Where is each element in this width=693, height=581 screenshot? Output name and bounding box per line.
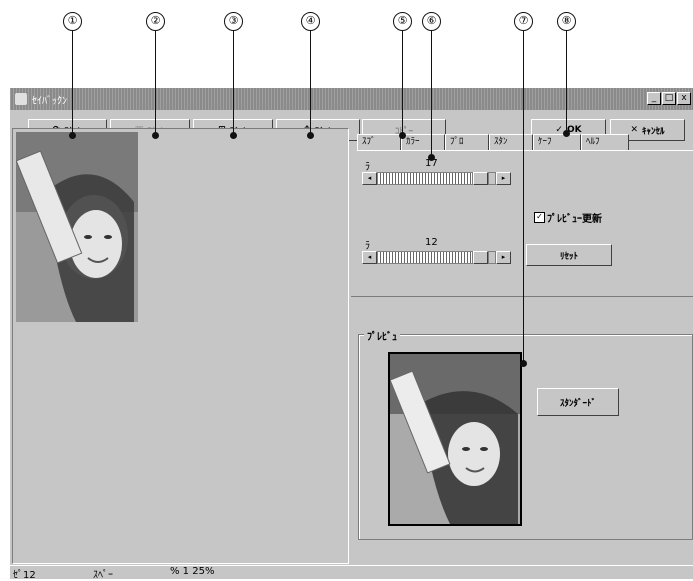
slider2-thumb[interactable] [473,251,488,264]
tab-standard[interactable]: ｽﾀﾝ [489,134,533,151]
slider-1[interactable]: ◂ ▸ [362,172,511,185]
slider-2[interactable]: ◂ ▸ [362,251,511,264]
callout-7: ⑦ [514,12,533,31]
standard-button[interactable]: ｽﾀﾝﾀﾞｰﾄﾞ [537,388,619,416]
callout-3: ③ [224,12,243,31]
app-icon [15,93,27,105]
tab-help[interactable]: ﾍﾙﾌ [581,134,629,151]
image-pane[interactable] [12,128,349,564]
status-field-2: ｽﾍﾟｰ [93,570,113,581]
slider2-label: ﾗ [365,241,370,252]
leader-6 [431,31,432,157]
slider1-left-arrow[interactable]: ◂ [362,172,377,185]
tab-color[interactable]: ｶﾗｰ [401,134,445,151]
leader-dot-7 [520,360,527,367]
status-field-3: % 1 25% [170,566,215,577]
tab-case[interactable]: ｹｰﾌ [533,134,581,151]
slider1-thumb[interactable] [473,172,488,185]
callout-4: ④ [301,12,320,31]
slider2-track[interactable] [377,251,473,264]
leader-dot-5 [399,132,406,139]
leader-dot-4 [307,132,314,139]
tab-basic[interactable]: ｽﾌﾞ [357,134,401,151]
callout-1: ① [63,12,82,31]
preview-image[interactable] [388,352,522,526]
callout-5: ⑤ [393,12,412,31]
tab-pro[interactable]: ﾌﾟﾛ [445,134,489,151]
slider2-left-arrow[interactable]: ◂ [362,251,377,264]
slider1-right-arrow[interactable]: ▸ [496,172,511,185]
leader-7 [523,31,524,363]
slider2-value: 12 [425,237,438,248]
callout-8: ⑧ [557,12,576,31]
preview-group-title: ﾌﾟﾚﾋﾞｭ [364,328,400,343]
leader-8 [566,31,567,133]
leader-dot-8 [563,130,570,137]
leader-3 [233,31,234,135]
status-bar: ｾﾟ12 ｽﾍﾟｰ % 1 25% [10,565,693,581]
slider1-label: ﾗ [365,162,370,173]
scanned-photo-thumbnail[interactable] [16,132,138,322]
status-field-1: ｾﾟ12 [13,570,36,581]
close-button[interactable]: x [677,92,691,105]
preview-checkbox[interactable]: ✓ [534,212,545,223]
tab-strip-line [357,150,693,151]
slider2-right-arrow[interactable]: ▸ [496,251,511,264]
leader-1 [72,31,73,135]
leader-dot-3 [230,132,237,139]
app-window: ｾｲﾊﾞｯｸﾝ _ □ x ⟳ｽｷｬﾝ ▣ｽｷｬﾝ ⊞ｽｷｬﾝ ✥ｽｷｬﾝ ｺﾋ… [10,88,693,581]
maximize-button[interactable]: □ [662,92,676,105]
callout-6: ⑥ [422,12,441,31]
leader-dot-2 [152,132,159,139]
preview-checkbox-label: ﾌﾟﾚﾋﾞｭｰ更新 [547,214,602,225]
minimize-button[interactable]: _ [647,92,661,105]
settings-panel [351,128,693,297]
leader-dot-6 [428,154,435,161]
leader-2 [155,31,156,135]
leader-5 [402,31,403,135]
leader-dot-1 [69,132,76,139]
title-bar[interactable]: ｾｲﾊﾞｯｸﾝ _ □ x [10,88,693,110]
slider1-track[interactable] [377,172,473,185]
leader-4 [310,31,311,135]
callout-2: ② [146,12,165,31]
window-title: ｾｲﾊﾞｯｸﾝ [32,96,67,107]
reset-button[interactable]: ﾘｾｯﾄ [526,244,612,266]
